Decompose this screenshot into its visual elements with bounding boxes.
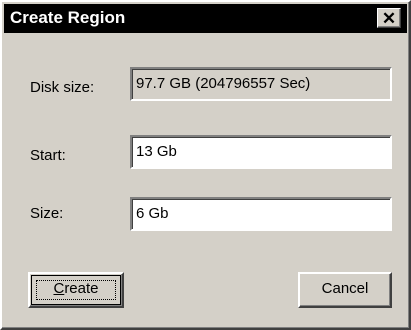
close-button[interactable]: ✕ xyxy=(377,8,401,28)
size-input[interactable]: 6 Gb xyxy=(130,197,392,231)
title-bar: Create Region ✕ xyxy=(4,4,407,33)
start-input[interactable]: 13 Gb xyxy=(130,135,392,169)
create-mnemonic: C xyxy=(53,280,65,297)
create-button[interactable]: Create xyxy=(28,272,124,308)
start-value: 13 Gb xyxy=(136,143,177,160)
size-value: 6 Gb xyxy=(136,205,169,222)
size-label: Size: xyxy=(30,205,64,222)
create-region-dialog: Create Region ✕ Disk size: 97.7 GB (2047… xyxy=(0,0,411,330)
window-title: Create Region xyxy=(10,8,126,27)
disk-size-value: 97.7 GB (204796557 Sec) xyxy=(136,75,311,92)
cancel-label: Cancel xyxy=(321,280,369,297)
close-icon: ✕ xyxy=(381,9,397,28)
disk-size-field: 97.7 GB (204796557 Sec) xyxy=(130,67,392,101)
create-label: reate xyxy=(64,280,99,297)
cancel-button[interactable]: Cancel xyxy=(298,272,392,308)
start-label: Start: xyxy=(30,147,66,164)
disk-size-label: Disk size: xyxy=(30,79,95,96)
